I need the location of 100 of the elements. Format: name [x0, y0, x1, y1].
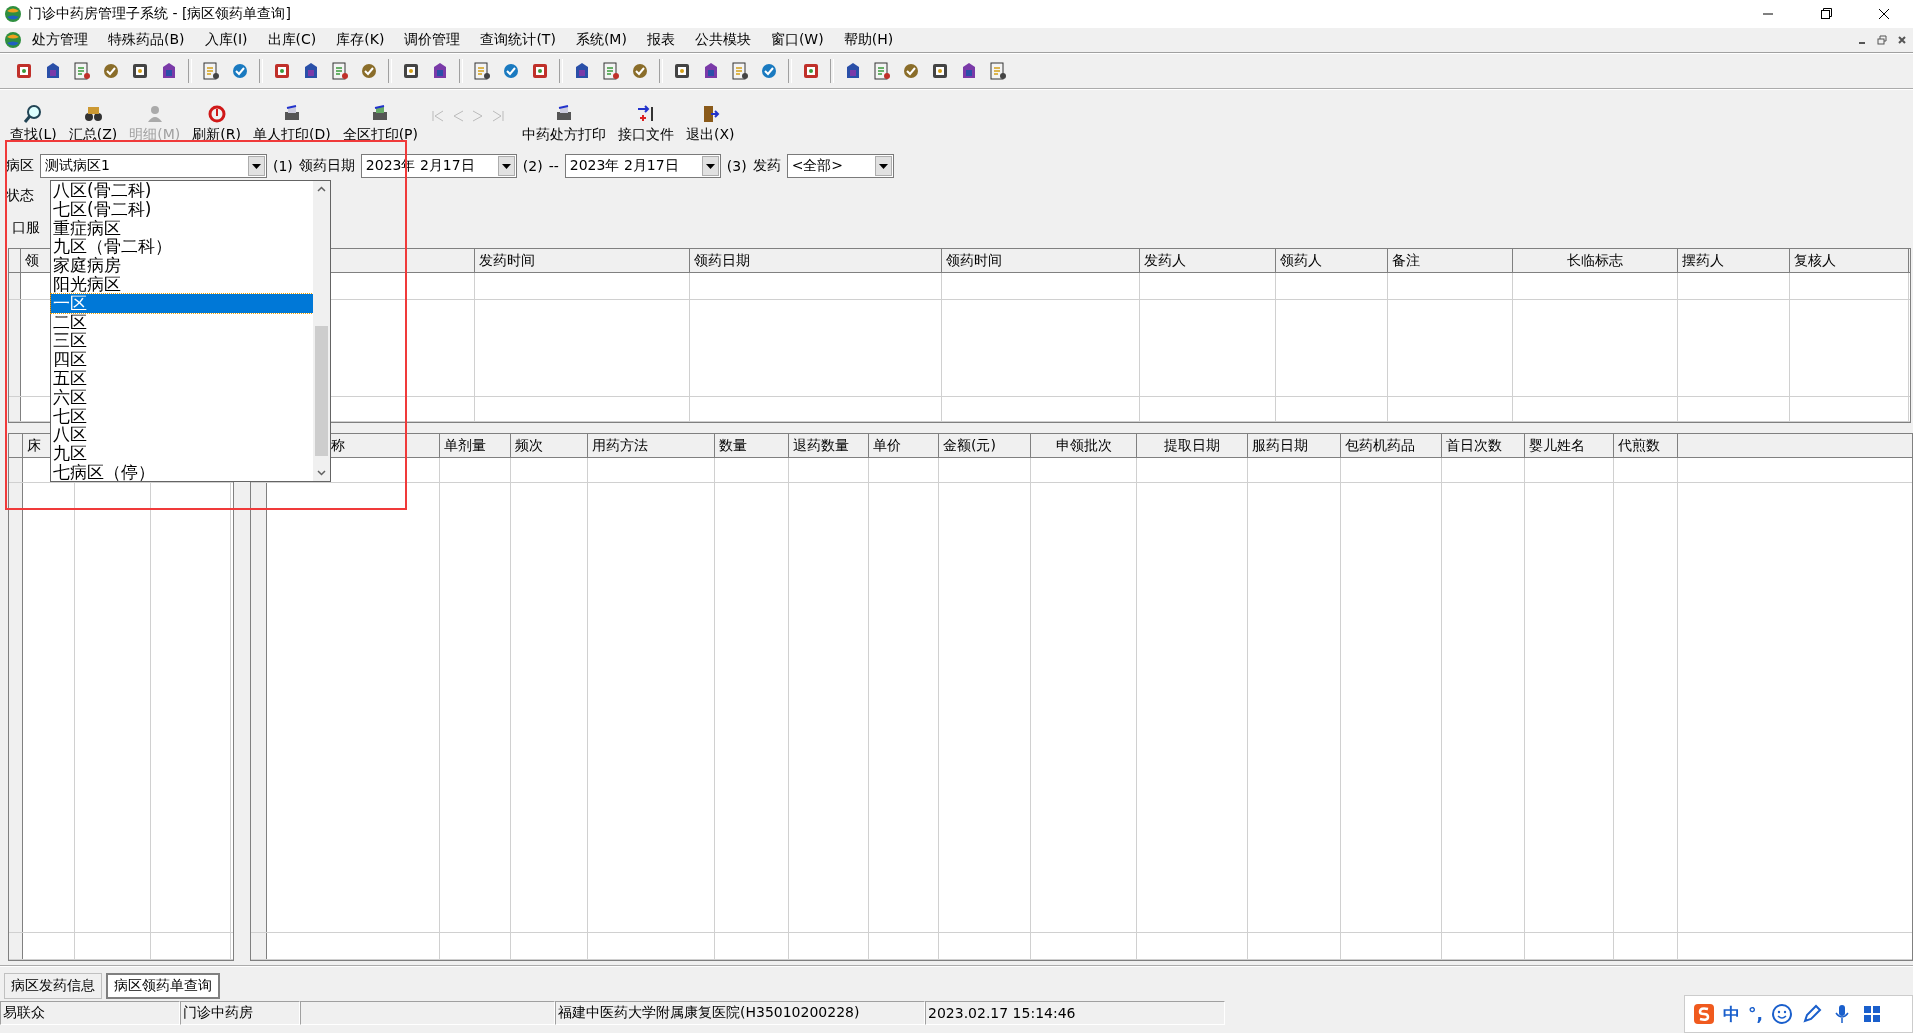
scroll-thumb[interactable] [315, 326, 328, 456]
column-header[interactable]: 领药日期 [690, 249, 942, 272]
tool-icon[interactable] [759, 61, 779, 81]
list-option[interactable]: 九区（骨二科） [51, 237, 313, 257]
tool-icon[interactable] [601, 61, 621, 81]
toolbar-button[interactable]: 接口文件 [612, 104, 680, 144]
menu-item[interactable]: 报表 [636, 29, 685, 51]
list-option[interactable]: 七区(骨二科) [51, 199, 313, 219]
tool-icon[interactable] [672, 61, 692, 81]
menu-item[interactable]: 系统(M) [565, 29, 637, 51]
column-header[interactable]: 发药人 [1140, 249, 1276, 272]
tool-icon[interactable] [930, 61, 950, 81]
list-option[interactable]: 阳光病区 [51, 275, 313, 294]
row-header[interactable] [9, 933, 23, 959]
column-header[interactable]: 服药日期 [1248, 434, 1341, 457]
dropdown-button[interactable] [248, 156, 265, 176]
tab[interactable]: 病区发药信息 [4, 973, 102, 999]
toolbar-button[interactable]: 中药处方打印 [516, 104, 612, 144]
app-logo-icon [4, 31, 22, 49]
tool-icon[interactable] [101, 61, 121, 81]
pen-icon[interactable] [1800, 1003, 1823, 1025]
list-option[interactable]: 重症病区 [51, 218, 313, 238]
s-logo-icon[interactable] [1693, 1003, 1715, 1025]
column-header[interactable]: 代煎数 [1614, 434, 1678, 457]
menu-item[interactable]: 处方管理 [22, 29, 98, 51]
row-header[interactable] [9, 458, 23, 482]
list-option[interactable]: 四区 [51, 350, 313, 369]
column-header[interactable]: 金额(元) [939, 434, 1031, 457]
list-option[interactable]: 一区 [51, 293, 313, 313]
column-header[interactable]: 单剂量 [440, 434, 511, 457]
row-header[interactable] [9, 300, 21, 396]
list-option[interactable]: 二区 [51, 312, 313, 332]
column-header[interactable]: 用药方法 [588, 434, 715, 457]
column-header[interactable]: 首日次数 [1442, 434, 1525, 457]
menu-item[interactable]: 库存(K) [326, 29, 395, 51]
column-header[interactable]: 提取日期 [1137, 434, 1248, 457]
column-header[interactable]: 频次 [511, 434, 588, 457]
list-option[interactable]: 五区 [51, 368, 313, 388]
column-header[interactable]: 包药机药品 [1341, 434, 1442, 457]
tool-icon[interactable] [901, 61, 921, 81]
menu-item[interactable]: 公共模块 [684, 29, 761, 51]
list-option[interactable]: 七病区（停） [51, 462, 313, 482]
row-header[interactable] [251, 483, 267, 932]
list-option[interactable]: 八区(骨二科) [51, 181, 313, 200]
toolbar-button[interactable]: 刷新(R) [186, 104, 247, 144]
punctuation-mode[interactable]: °, [1748, 1004, 1763, 1024]
menu-item[interactable]: 出库(C) [257, 29, 327, 51]
tool-icon[interactable] [872, 61, 892, 81]
column-header[interactable]: 备注 [1388, 249, 1513, 272]
tool-icon[interactable] [230, 61, 250, 81]
column-header[interactable]: 领药人 [1276, 249, 1388, 272]
dropdown-button[interactable] [874, 156, 892, 176]
column-header[interactable]: 复核人 [1790, 249, 1909, 272]
tab[interactable]: 病区领药单查询 [106, 973, 220, 999]
tool-icon[interactable] [14, 61, 34, 81]
ime-mode[interactable]: 中 [1723, 1002, 1740, 1026]
smiley-icon[interactable] [1770, 1003, 1793, 1025]
ward-combo[interactable]: 测试病区1 [40, 154, 267, 178]
dispense-combo[interactable]: <全部> [786, 154, 894, 178]
tool-icon[interactable] [72, 61, 92, 81]
list-option[interactable]: 三区 [51, 331, 313, 351]
column-header[interactable]: 领药时间 [942, 249, 1140, 272]
date-picker[interactable]: 2023年 2月17日 [564, 154, 721, 178]
column-header[interactable]: 申领批次 [1031, 434, 1137, 457]
row-header[interactable] [9, 273, 21, 299]
menu-item[interactable]: 调价管理 [394, 29, 471, 51]
menu-item[interactable]: 帮助(H) [833, 29, 904, 51]
tool-icon[interactable] [472, 61, 492, 81]
list-option[interactable]: 七区 [51, 406, 313, 426]
tool-icon[interactable] [530, 61, 550, 81]
row-header[interactable] [251, 933, 267, 959]
tool-icon[interactable] [272, 61, 292, 81]
menu-item[interactable]: 特殊药品(B) [98, 29, 195, 51]
toolbar-button[interactable]: 退出(X) [680, 104, 741, 144]
tool-icon[interactable] [401, 61, 421, 81]
menu-item[interactable]: 窗口(W) [760, 29, 834, 51]
dropdown-button[interactable] [701, 156, 719, 176]
column-header[interactable]: 长临标志 [1513, 249, 1678, 272]
menu-item[interactable]: 查询统计(T) [470, 29, 566, 51]
column-header[interactable]: 婴儿姓名 [1525, 434, 1614, 457]
column-header[interactable]: 数量 [715, 434, 789, 457]
tool-icon[interactable] [730, 61, 750, 81]
menu-item[interactable]: 入库(I) [194, 29, 258, 51]
column-header[interactable]: 退药数量 [789, 434, 869, 457]
column-header[interactable]: 发药时间 [475, 249, 690, 272]
list-option[interactable]: 六区 [51, 387, 313, 407]
list-option[interactable]: 家庭病房 [51, 256, 313, 275]
tool-icon[interactable] [630, 61, 650, 81]
row-header[interactable] [9, 397, 21, 421]
dropdown-button[interactable] [497, 156, 515, 176]
tool-icon[interactable] [501, 61, 521, 81]
tool-icon[interactable] [801, 61, 821, 81]
column-header[interactable]: 摆药人 [1678, 249, 1790, 272]
column-header[interactable]: 单价 [869, 434, 939, 457]
tool-icon[interactable] [330, 61, 350, 81]
row-header[interactable] [9, 483, 23, 932]
tool-icon[interactable] [201, 61, 221, 81]
tool-icon[interactable] [130, 61, 150, 81]
tool-icon[interactable] [988, 61, 1008, 81]
tool-icon[interactable] [359, 61, 379, 81]
